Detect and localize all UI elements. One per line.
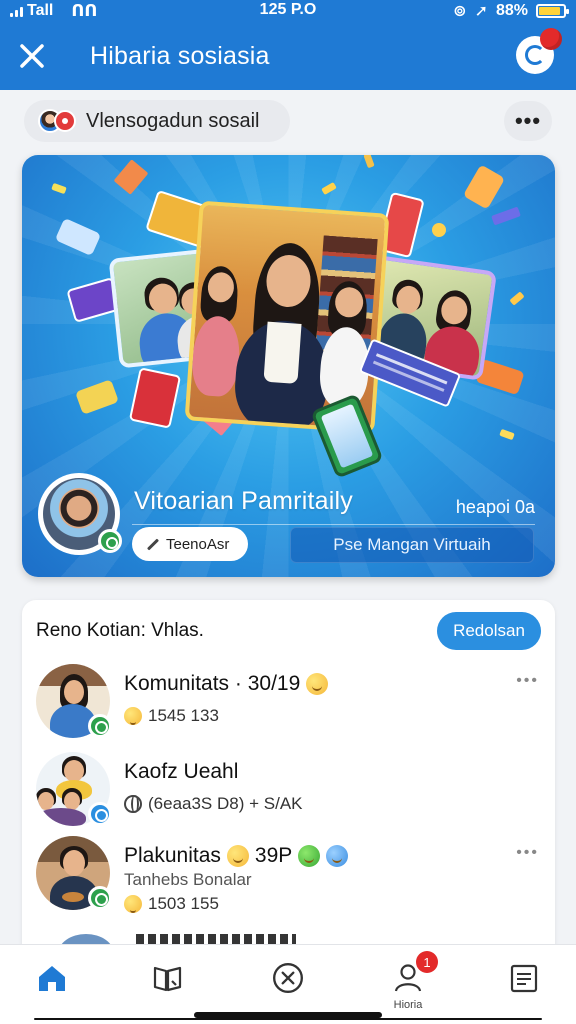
item-title-text: Kaofz Ueahl: [124, 760, 239, 783]
notification-button[interactable]: [516, 28, 562, 74]
map-book-icon: [153, 966, 182, 992]
virtual-cta-button[interactable]: Pse Mangan Virtuaih: [290, 527, 534, 563]
smile-emoji-icon: [306, 673, 329, 695]
feed-action-button[interactable]: Redolsan: [437, 612, 541, 650]
item-meta-text: 1503 155: [148, 894, 219, 913]
laugh-emoji-icon: [124, 707, 142, 725]
status-badge: [88, 714, 112, 738]
item-title-partial: [136, 934, 296, 944]
list-item[interactable]: Plakunitas 39P Tanhebs Bonalar 1503 155 …: [22, 836, 555, 920]
sick-emoji-icon: [298, 845, 321, 867]
confetti: [432, 223, 446, 237]
app-header: Hibaria sosiasia: [0, 22, 576, 90]
nav-cancel[interactable]: [258, 957, 318, 1007]
item-title-text: Plakunitas: [124, 844, 221, 867]
group-pill[interactable]: Vlensogadun sosail: [24, 100, 290, 142]
wink-emoji-icon: [124, 895, 142, 913]
globe-icon: [124, 795, 142, 813]
verified-badge-icon: [98, 529, 122, 553]
pin-icon: [525, 45, 545, 65]
nav-profile[interactable]: 1 Hioria: [378, 951, 438, 1011]
bottom-edge: [34, 1018, 542, 1020]
list-item[interactable]: Komunitats · 30/19 1545 133 •••: [22, 664, 555, 748]
item-title: Kaofz Ueahl: [124, 760, 238, 784]
cancel-circle-icon: [273, 963, 303, 993]
cry-emoji-icon: [326, 845, 349, 867]
nav-map-book[interactable]: [138, 957, 198, 1007]
pencil-icon: [146, 537, 160, 551]
battery-fill: [539, 7, 560, 15]
hero-card[interactable]: Vitoarian Pamritaily heapoi 0a TeenoAsr …: [22, 155, 555, 577]
home-indicator: [194, 1012, 382, 1018]
page-title: Hibaria sosiasia: [90, 42, 270, 70]
item-title: Plakunitas 39P: [124, 844, 349, 868]
nav-home[interactable]: [22, 957, 82, 1007]
document-icon: [510, 964, 538, 993]
hero-avatar[interactable]: [38, 473, 122, 555]
nav-profile-label: Hioria: [393, 999, 423, 1011]
list-item[interactable]: Kaofz Ueahl (6eaa3S D8) + S/AK: [22, 752, 555, 836]
item-subtitle: Tanhebs Bonalar: [124, 870, 252, 890]
location-icon: ⊚: [453, 3, 467, 20]
item-more-button[interactable]: •••: [516, 672, 539, 690]
status-badge: [88, 886, 112, 910]
hero-divider: [132, 524, 535, 525]
item-meta: 1503 155: [124, 894, 219, 914]
notification-badge: 1: [416, 951, 438, 973]
status-right: ⊚ ➚ 88%: [453, 0, 569, 22]
nav-document[interactable]: [494, 957, 554, 1007]
item-subtitle-text: Tanhebs Bonalar: [124, 870, 252, 889]
group-icon: [54, 110, 76, 132]
notification-dot: [540, 28, 562, 50]
item-subtitle-text: 1545 133: [148, 706, 219, 725]
battery-icon: [536, 4, 569, 18]
item-title-extra: 39P: [254, 844, 293, 867]
group-pill-label: Vlensogadun sosail: [86, 109, 260, 132]
item-more-button[interactable]: •••: [516, 844, 539, 862]
item-subtitle-text: (6eaa3S D8) + S/AK: [148, 794, 303, 813]
hero-meta: heapoi 0a: [455, 497, 535, 517]
more-options-button[interactable]: •••: [504, 101, 552, 141]
item-title-text: Komunitats · 30/19: [124, 672, 301, 695]
feed-title: Reno Kotian: Vhlas.: [36, 620, 204, 641]
close-icon[interactable]: [16, 40, 48, 72]
item-title: Komunitats · 30/19: [124, 672, 329, 696]
edit-chip-button[interactable]: TeenoAsr: [132, 527, 248, 561]
item-subtitle: 1545 133: [124, 706, 219, 726]
hero-name: Vitoarian Pamritaily: [134, 487, 353, 515]
edit-chip-label: TeenoAsr: [166, 535, 230, 553]
battery-text: 88%: [495, 2, 528, 19]
grin-emoji-icon: [226, 845, 249, 867]
home-icon: [39, 966, 65, 991]
status-bar: Tall ᑎᑎ 125 P.O ⊚ ➚ 88%: [0, 0, 576, 22]
feed-card: Reno Kotian: Vhlas. Redolsan Komunitats …: [22, 600, 555, 950]
arrow-icon: ➚: [474, 3, 488, 20]
status-badge: [88, 802, 112, 826]
item-subtitle: (6eaa3S D8) + S/AK: [124, 794, 303, 814]
